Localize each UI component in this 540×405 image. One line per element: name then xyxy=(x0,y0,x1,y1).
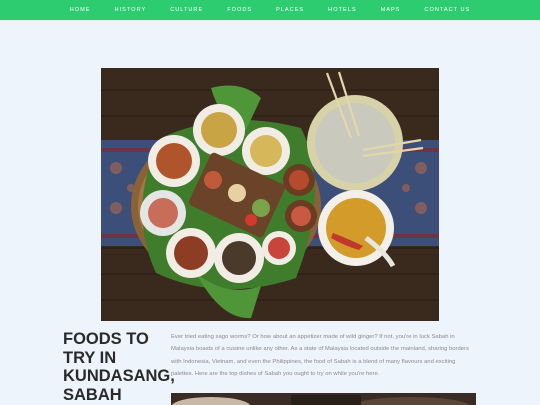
nav-hotels[interactable]: HOTELS xyxy=(316,0,368,20)
food-platter-photo xyxy=(101,68,439,321)
article-title: FOODS TO TRY IN KUNDASANG, SABAH xyxy=(63,330,175,404)
article-intro: Ever tried eating sago worms? Or how abo… xyxy=(171,334,469,378)
hero-food-image xyxy=(101,68,439,321)
dish-photo-preview xyxy=(171,393,476,405)
nav-maps[interactable]: MAPS xyxy=(369,0,413,20)
nav-places[interactable]: PLACES xyxy=(264,0,316,20)
top-navigation: HOME HISTORY CULTURE FOODS PLACES HOTELS… xyxy=(0,0,540,20)
nav-home[interactable]: HOME xyxy=(58,0,103,20)
dish-photo xyxy=(171,393,476,405)
nav-foods[interactable]: FOODS xyxy=(215,0,264,20)
nav-contact-us[interactable]: CONTACT US xyxy=(412,0,482,20)
nav-history[interactable]: HISTORY xyxy=(103,0,159,20)
nav-culture[interactable]: CULTURE xyxy=(158,0,215,20)
